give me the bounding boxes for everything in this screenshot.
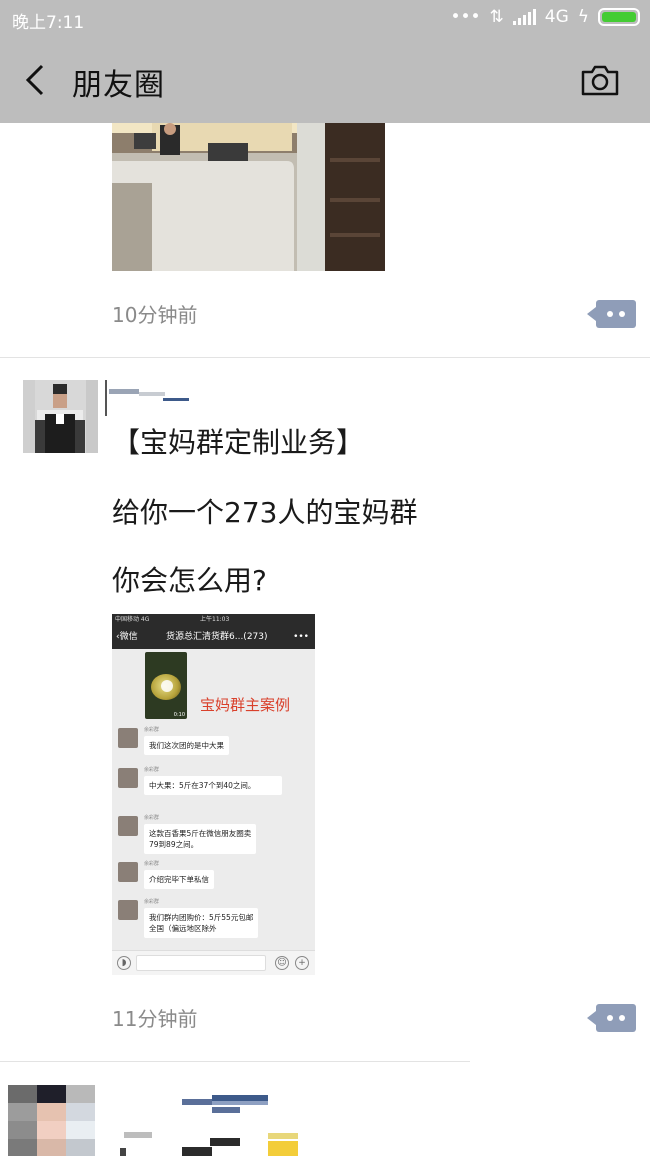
comment-more-icon[interactable] <box>587 300 636 328</box>
post-text-line: 给你一个273人的宝妈群 <box>112 496 418 529</box>
moments-feed[interactable]: 10分钟前 【宝妈群定制业务】 给你一个273人的宝妈群 你会怎么用? 中国移动… <box>0 123 650 1156</box>
network-type: 4G <box>544 7 569 27</box>
plus-icon: + <box>295 956 309 970</box>
battery-icon <box>598 8 640 26</box>
avatar[interactable] <box>23 380 98 453</box>
data-transfer-icon: ⇅ <box>489 7 504 27</box>
signal-icon <box>512 9 536 25</box>
post-text-line: 【宝妈群定制业务】 <box>112 426 365 459</box>
post-image[interactable]: 中国移动 4G 上午11:03 ‹微信 货源总汇清货群6...(273) •••… <box>112 614 315 975</box>
comment-more-icon[interactable] <box>587 1004 636 1032</box>
page-title: 朋友圈 <box>72 68 165 103</box>
post-divider <box>0 357 650 358</box>
status-bar: 晚上7:11 ••• ⇅ 4G ϟ <box>0 0 650 38</box>
image-input-bar: ◗ ☺ + <box>112 950 315 975</box>
play-icon <box>161 680 173 692</box>
post-photo[interactable] <box>112 123 385 271</box>
more-dots-icon: ••• <box>450 7 481 27</box>
voice-icon: ◗ <box>117 956 131 970</box>
image-status-bar: 中国移动 4G 上午11:03 <box>112 614 315 625</box>
post-divider <box>0 1061 470 1062</box>
username[interactable] <box>105 380 195 416</box>
status-time: 晚上7:11 <box>12 13 85 33</box>
image-chat-header: ‹微信 货源总汇清货群6...(273) ••• <box>112 625 315 649</box>
nav-bar: 朋友圈 <box>0 38 650 123</box>
charging-icon: ϟ <box>577 7 589 27</box>
emoji-icon: ☺ <box>275 956 289 970</box>
avatar[interactable] <box>8 1085 95 1156</box>
image-video-thumbnail: 0:10 <box>145 652 187 719</box>
post-text-line: 你会怎么用? <box>112 564 267 597</box>
chevron-left-icon[interactable] <box>22 60 52 100</box>
image-overlay-text: 宝妈群主案例 <box>200 696 291 714</box>
status-icons: ••• ⇅ 4G ϟ <box>450 7 640 27</box>
post-time: 11分钟前 <box>112 1007 198 1031</box>
post-time: 10分钟前 <box>112 303 198 327</box>
username[interactable] <box>120 1085 300 1156</box>
camera-icon[interactable] <box>580 62 620 98</box>
